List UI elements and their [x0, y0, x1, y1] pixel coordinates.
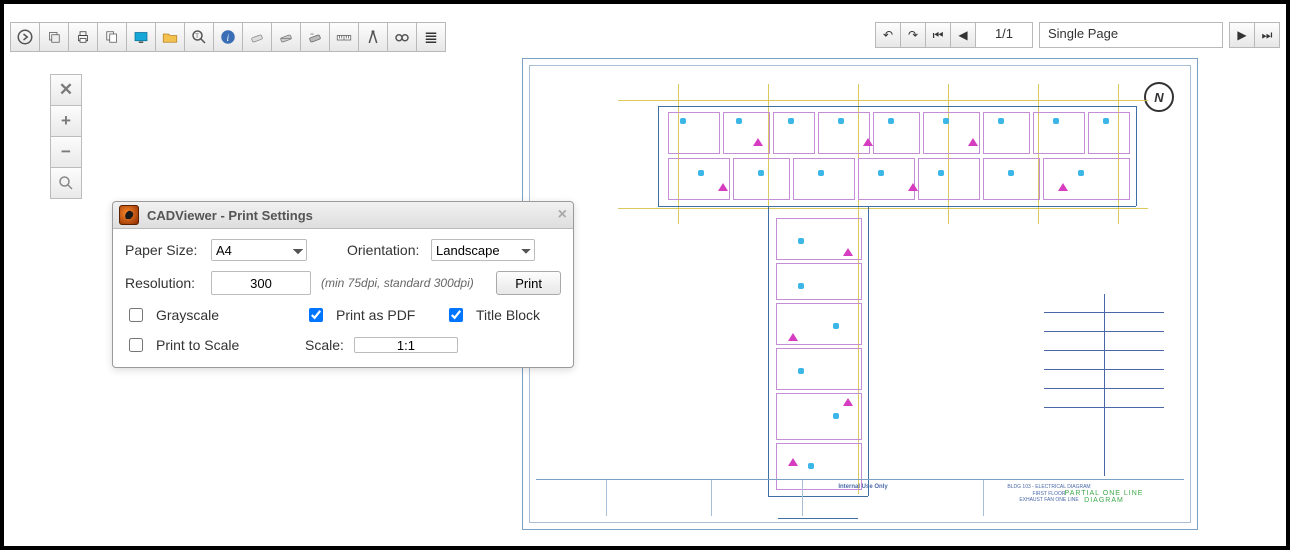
page-control-bar: ↶ ↷ ⏮ ◀ 1/1 Single Page ▶ ⏭: [876, 22, 1280, 48]
paper-size-select[interactable]: A4: [211, 239, 307, 261]
zoom-window-icon[interactable]: [50, 167, 82, 199]
svg-text:T: T: [195, 34, 199, 40]
print-as-pdf-label: Print as PDF: [336, 307, 415, 323]
scale-input[interactable]: [354, 337, 458, 353]
close-icon[interactable]: ×: [558, 206, 567, 224]
dialog-titlebar[interactable]: CADViewer - Print Settings ×: [113, 202, 573, 229]
eraser2-icon[interactable]: [271, 22, 301, 52]
grayscale-checkbox[interactable]: [129, 308, 143, 322]
copy-multi-icon[interactable]: [97, 22, 127, 52]
compass-icon[interactable]: [358, 22, 388, 52]
print-button[interactable]: Print: [496, 271, 561, 295]
resolution-label: Resolution:: [125, 275, 211, 291]
zoom-text-icon[interactable]: T: [184, 22, 214, 52]
last-page-icon[interactable]: ⏭: [1254, 22, 1280, 48]
eraser3-icon[interactable]: [300, 22, 330, 52]
print-to-scale-checkbox[interactable]: [129, 338, 143, 352]
undo-icon[interactable]: ↶: [875, 22, 901, 48]
list-icon[interactable]: [416, 22, 446, 52]
view-mode-display[interactable]: Single Page: [1039, 22, 1223, 48]
dialog-title-text: CADViewer - Print Settings: [147, 208, 313, 223]
tape-measure-icon[interactable]: [329, 22, 359, 52]
title-block-sheet: [1114, 480, 1184, 516]
drawing-canvas[interactable]: N: [504, 52, 1206, 532]
main-toolbar: T i: [10, 22, 446, 52]
zoom-in-icon[interactable]: +: [50, 105, 82, 137]
app-logo-icon: [119, 205, 139, 225]
title-block: Internal Use Only BLDG 103 - ELECTRICAL …: [536, 479, 1184, 516]
layers-icon[interactable]: [39, 22, 69, 52]
dialog-body: Paper Size: A4 Orientation: Landscape Re…: [113, 229, 573, 367]
zoom-out-icon[interactable]: −: [50, 136, 82, 168]
zoom-bar: ✕ + −: [50, 74, 82, 199]
grayscale-label: Grayscale: [156, 307, 219, 323]
arrow-next-icon[interactable]: [10, 22, 40, 52]
resolution-input[interactable]: [211, 271, 311, 295]
glasses-icon[interactable]: [387, 22, 417, 52]
next-page-icon[interactable]: ▶: [1229, 22, 1255, 48]
drawing-sheet: N: [522, 58, 1198, 530]
eraser1-icon[interactable]: [242, 22, 272, 52]
orientation-select[interactable]: Landscape: [431, 239, 535, 261]
print-as-pdf-checkbox[interactable]: [309, 308, 323, 322]
resolution-hint: (min 75dpi, standard 300dpi): [321, 276, 474, 290]
svg-text:i: i: [227, 33, 230, 44]
folder-open-icon[interactable]: [155, 22, 185, 52]
zoom-extents-icon[interactable]: ✕: [50, 74, 82, 106]
title-block-internal: Internal Use Only: [803, 480, 923, 516]
one-line-diagram: PARTIAL ONE LINE DIAGRAM: [1044, 294, 1164, 504]
scale-label: Scale:: [305, 337, 344, 353]
print-icon[interactable]: [68, 22, 98, 52]
north-arrow-icon: N: [1144, 82, 1174, 112]
print-settings-dialog: CADViewer - Print Settings × Paper Size:…: [112, 201, 574, 368]
page-indicator[interactable]: 1/1: [975, 22, 1033, 48]
app-frame: T i ↶ ↷ ⏮ ◀ 1/1 Single Page ▶ ⏭ ✕ + − N: [0, 0, 1290, 550]
title-block-main: BLDG 103 - ELECTRICAL DIAGRAM FIRST FLOO…: [984, 480, 1114, 516]
redo-icon[interactable]: ↷: [900, 22, 926, 48]
title-block-checkbox[interactable]: [449, 308, 463, 322]
info-icon[interactable]: i: [213, 22, 243, 52]
drawing-border: N: [529, 65, 1191, 523]
first-page-icon[interactable]: ⏮: [925, 22, 951, 48]
print-to-scale-label: Print to Scale: [156, 337, 239, 353]
title-block-label: Title Block: [476, 307, 540, 323]
paper-size-label: Paper Size:: [125, 242, 211, 258]
prev-page-icon[interactable]: ◀: [950, 22, 976, 48]
orientation-label: Orientation:: [347, 242, 431, 258]
screen-icon[interactable]: [126, 22, 156, 52]
